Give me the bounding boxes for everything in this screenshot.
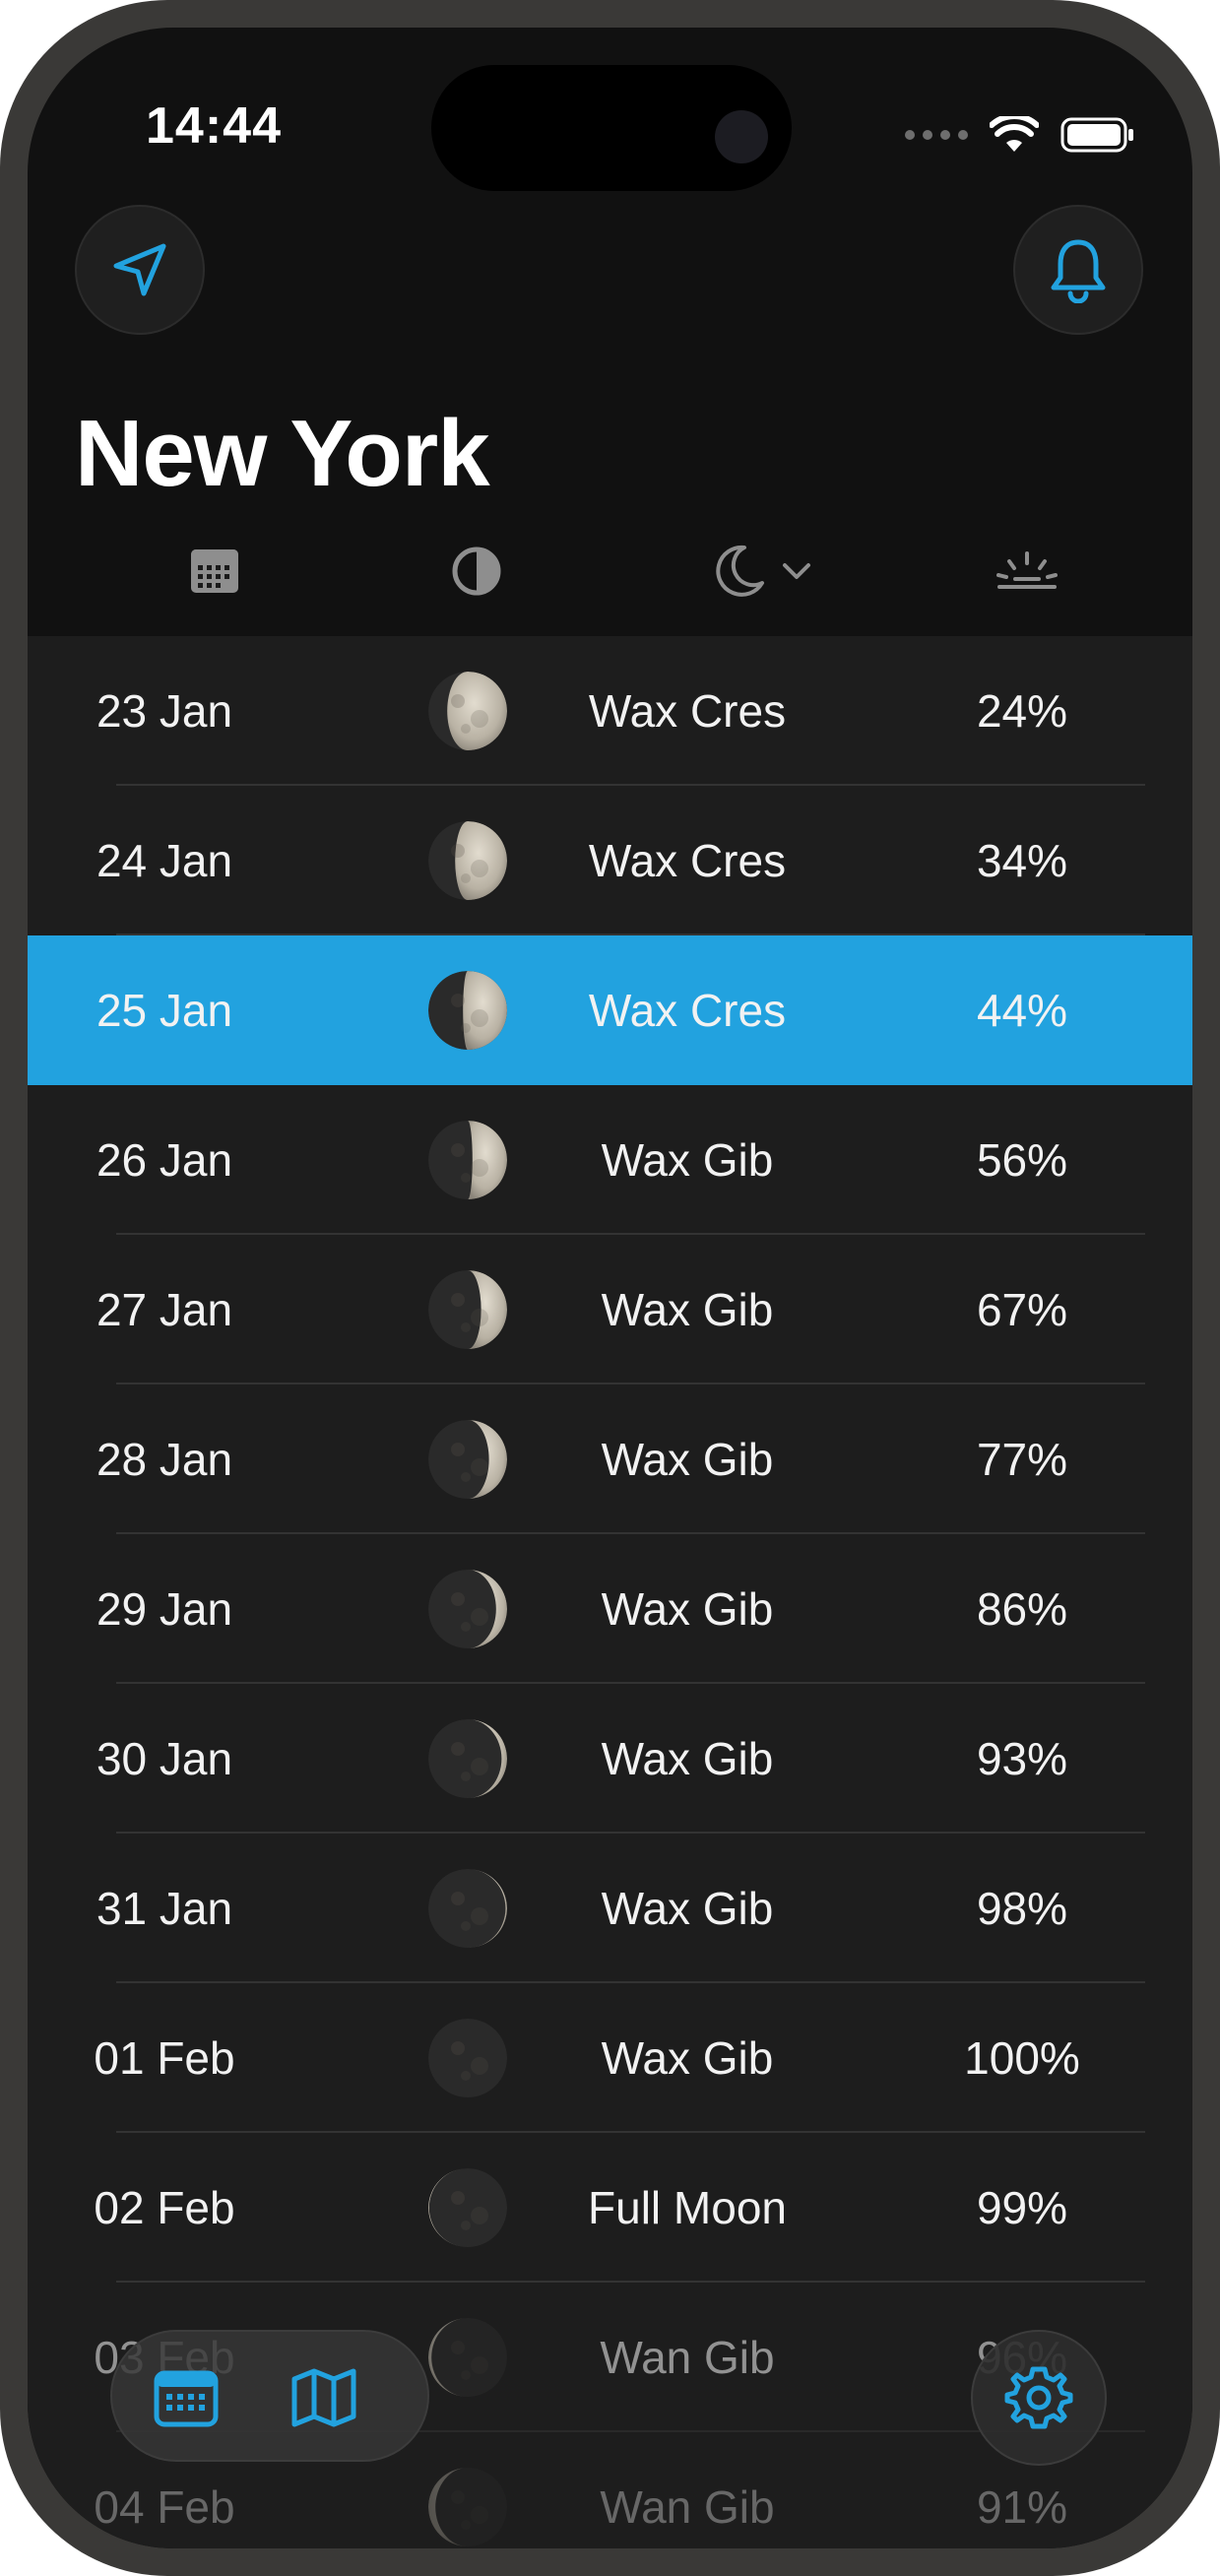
table-row[interactable]: 31 Jan Wax Gib 98% bbox=[28, 1834, 1192, 1983]
row-phase-name: Wax Gib bbox=[601, 1284, 774, 1335]
phone-frame: 14:44 New York 23 Jan Wax Cres 24% 24 Ja… bbox=[0, 0, 1220, 2576]
row-phase-name: Wax Gib bbox=[601, 1583, 774, 1635]
calendar-icon bbox=[154, 2370, 219, 2427]
cellular-signal-icon bbox=[905, 130, 968, 140]
chevron-down-icon bbox=[783, 563, 810, 579]
row-illumination: 24% bbox=[976, 685, 1068, 737]
row-illumination: 99% bbox=[976, 2182, 1068, 2233]
gear-icon bbox=[1004, 2366, 1073, 2429]
row-phase-name: Wax Cres bbox=[588, 985, 787, 1036]
moon-phase-icon bbox=[428, 2019, 507, 2097]
tab-calendar[interactable] bbox=[150, 2361, 223, 2434]
row-date: 23 Jan bbox=[96, 685, 233, 737]
moon-phase-icon bbox=[428, 1869, 507, 1948]
table-row[interactable]: 30 Jan Wax Gib 93% bbox=[28, 1684, 1192, 1834]
row-illumination: 98% bbox=[976, 1883, 1068, 1934]
status-icons bbox=[905, 116, 1135, 154]
location-arrow-icon bbox=[113, 243, 166, 296]
tab-map[interactable] bbox=[288, 2361, 360, 2434]
row-illumination: 67% bbox=[976, 1284, 1068, 1335]
illumination-column-header[interactable] bbox=[983, 542, 1071, 601]
moon-phase-icon bbox=[428, 1420, 507, 1499]
row-date: 26 Jan bbox=[96, 1134, 233, 1186]
bell-icon bbox=[1051, 239, 1106, 303]
row-phase-name: Wax Gib bbox=[601, 1883, 774, 1934]
row-phase-name: Wax Gib bbox=[601, 1434, 774, 1485]
row-date: 02 Feb bbox=[94, 2182, 235, 2233]
row-date: 31 Jan bbox=[96, 1883, 233, 1934]
phase-column-header[interactable] bbox=[437, 542, 516, 601]
row-date: 29 Jan bbox=[96, 1583, 233, 1635]
calendar-icon bbox=[191, 549, 238, 593]
row-date: 01 Feb bbox=[94, 2032, 235, 2084]
moon-phase-icon bbox=[428, 821, 507, 900]
crescent-moon-icon bbox=[716, 545, 764, 597]
table-row[interactable]: 24 Jan Wax Cres 34% bbox=[28, 786, 1192, 935]
table-row[interactable]: 23 Jan Wax Cres 24% bbox=[28, 636, 1192, 786]
row-date: 24 Jan bbox=[96, 835, 233, 886]
row-phase-name: Wax Cres bbox=[588, 685, 787, 737]
row-date: 25 Jan bbox=[96, 985, 233, 1036]
row-phase-name: Wax Gib bbox=[601, 2032, 774, 2084]
dynamic-island bbox=[431, 65, 792, 191]
city-title: New York bbox=[75, 401, 490, 506]
row-illumination: 77% bbox=[976, 1434, 1068, 1485]
moon-phase-icon bbox=[428, 1270, 507, 1349]
settings-button[interactable] bbox=[971, 2330, 1107, 2466]
row-illumination: 93% bbox=[976, 1733, 1068, 1784]
row-illumination: 56% bbox=[976, 1134, 1068, 1186]
table-row[interactable]: 02 Feb Full Moon 99% bbox=[28, 2133, 1192, 2283]
row-phase-name: Full Moon bbox=[588, 2182, 787, 2233]
app-screen: 14:44 New York 23 Jan Wax Cres 24% 24 Ja… bbox=[28, 28, 1192, 2548]
row-date: 30 Jan bbox=[96, 1733, 233, 1784]
row-illumination: 34% bbox=[976, 835, 1068, 886]
table-row[interactable]: 26 Jan Wax Gib 56% bbox=[28, 1085, 1192, 1235]
status-time: 14:44 bbox=[146, 97, 282, 155]
location-button[interactable] bbox=[75, 205, 205, 335]
table-row[interactable]: 01 Feb Wax Gib 100% bbox=[28, 1983, 1192, 2133]
row-illumination: 100% bbox=[964, 2032, 1080, 2084]
moon-phase-icon bbox=[428, 1570, 507, 1648]
battery-icon bbox=[1060, 117, 1133, 153]
table-row[interactable]: 29 Jan Wax Gib 86% bbox=[28, 1534, 1192, 1684]
camera-icon bbox=[715, 110, 768, 163]
moon-phase-icon bbox=[428, 1121, 507, 1199]
wifi-icon bbox=[990, 116, 1039, 152]
row-phase-name: Wax Gib bbox=[601, 1733, 774, 1784]
moon-phase-icon bbox=[428, 2318, 507, 2397]
table-row[interactable]: 25 Jan Wax Cres 44% bbox=[28, 935, 1192, 1085]
row-date: 27 Jan bbox=[96, 1284, 233, 1335]
moon-phase-icon bbox=[428, 2468, 507, 2546]
moon-phase-table: 23 Jan Wax Cres 24% 24 Jan Wax Cres 34% 25 J… bbox=[28, 636, 1192, 2548]
row-phase-name: Wax Cres bbox=[588, 835, 787, 886]
row-illumination: 44% bbox=[976, 985, 1068, 1036]
row-phase-name: Wax Gib bbox=[601, 1134, 774, 1186]
tab-bar bbox=[110, 2330, 429, 2462]
alerts-button[interactable] bbox=[1013, 205, 1143, 335]
moon-phase-icon bbox=[428, 971, 507, 1050]
date-column-header[interactable] bbox=[175, 542, 254, 601]
map-icon bbox=[291, 2368, 356, 2427]
moon-phase-icon bbox=[428, 672, 507, 750]
row-date: 28 Jan bbox=[96, 1434, 233, 1485]
table-row[interactable]: 28 Jan Wax Gib 77% bbox=[28, 1385, 1192, 1534]
phase-name-column-header[interactable] bbox=[689, 542, 837, 601]
moon-phase-icon bbox=[428, 2168, 507, 2247]
moon-phase-icon bbox=[452, 547, 501, 596]
row-phase-name: Wan Gib bbox=[600, 2481, 775, 2533]
row-illumination: 86% bbox=[976, 1583, 1068, 1635]
moon-phase-icon bbox=[428, 1719, 507, 1798]
row-phase-name: Wan Gib bbox=[600, 2332, 775, 2383]
table-row[interactable]: 27 Jan Wax Gib 67% bbox=[28, 1235, 1192, 1385]
sunrise-icon bbox=[996, 551, 1058, 589]
